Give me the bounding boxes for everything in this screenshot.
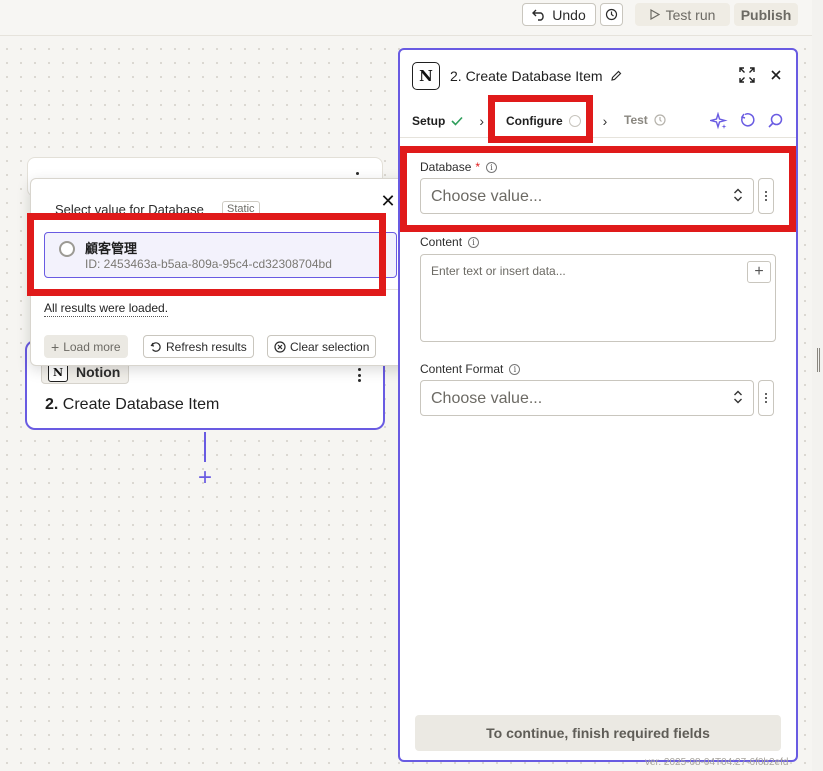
database-label: Database * i [420, 160, 498, 174]
version-text: ver. 2025-08-04T04:27-6f0b2efd [645, 757, 789, 768]
load-more-label: Load more [63, 339, 121, 354]
required-marker: * [475, 160, 481, 174]
node-title: 2. Create Database Item [45, 396, 219, 414]
content-format-label: Content Format i [420, 362, 521, 376]
database-select[interactable]: Choose value... [420, 178, 754, 214]
app-chip-label: Notion [76, 364, 121, 380]
right-edge-strip [812, 0, 823, 771]
dropdown-option[interactable]: 顧客管理 ID: 2453463a-b5aa-809a-95c4-cd32308… [44, 232, 397, 278]
clear-icon [274, 340, 286, 353]
chevron-right-icon: › [479, 113, 485, 129]
content-label: Content i [420, 235, 480, 249]
node-connector [204, 432, 206, 462]
play-icon [649, 9, 660, 20]
info-icon[interactable]: i [468, 236, 480, 248]
history-icon [605, 8, 618, 21]
static-badge: Static [222, 201, 260, 218]
insert-data-plus-icon[interactable]: + [747, 261, 771, 283]
content-format-select[interactable]: Choose value... [420, 380, 754, 416]
close-panel-icon[interactable] [771, 70, 781, 80]
database-value-dropdown: Select value for Database Static ✕ 顧客管理 … [30, 178, 410, 366]
info-icon[interactable]: i [486, 161, 498, 173]
content-format-label-text: Content Format [420, 362, 504, 376]
tab-setup-label: Setup [412, 114, 446, 128]
tab-setup[interactable]: Setup › [412, 113, 484, 129]
test-run-label: Test run [665, 6, 716, 23]
content-placeholder: Enter text or insert data... [431, 264, 566, 278]
check-icon [451, 116, 463, 126]
publish-label: Publish [740, 6, 792, 23]
panel-title[interactable]: 2. Create Database Item [450, 68, 622, 84]
action-node-menu-icon[interactable] [357, 368, 361, 382]
step-config-panel: N 2. Create Database Item Setup › Config… [398, 48, 798, 762]
expand-icon[interactable] [739, 67, 755, 83]
refresh-label: Refresh results [166, 339, 247, 354]
clear-label: Clear selection [290, 339, 370, 354]
close-icon[interactable]: ✕ [380, 192, 396, 210]
tab-configure[interactable]: Configure › [506, 113, 607, 129]
results-status: All results were loaded. [44, 301, 169, 317]
select-arrows-icon [734, 390, 742, 404]
content-format-placeholder: Choose value... [431, 390, 543, 407]
plus-icon: + [51, 338, 60, 355]
notion-logo-icon: N [412, 62, 440, 90]
divider [31, 289, 409, 290]
radio-icon[interactable] [59, 241, 75, 257]
step-tabs: Setup › Configure › Test [400, 102, 796, 138]
pending-circle-icon [568, 115, 581, 127]
add-step-icon[interactable]: + [193, 466, 217, 490]
chevron-right-icon: › [602, 113, 608, 129]
content-label-text: Content [420, 235, 463, 249]
tab-test-label: Test [624, 113, 648, 127]
undo-icon [532, 9, 545, 21]
resize-handle[interactable] [817, 348, 820, 372]
timer-icon [654, 114, 666, 126]
reset-icon[interactable] [740, 112, 756, 128]
content-format-more-options-icon[interactable] [758, 380, 774, 416]
undo-label: Undo [552, 6, 586, 23]
node-step-number: 2. [45, 396, 59, 413]
continue-button[interactable]: To continue, finish required fields [415, 715, 781, 751]
panel-header: N 2. Create Database Item [400, 50, 796, 100]
tab-configure-label: Configure [506, 114, 563, 128]
pencil-icon[interactable] [610, 70, 622, 82]
test-run-button[interactable]: Test run [635, 3, 730, 26]
ai-sparkle-icon[interactable] [710, 112, 728, 130]
publish-button[interactable]: Publish [734, 3, 798, 26]
search-icon[interactable] [768, 113, 783, 128]
content-textarea[interactable]: Enter text or insert data... + [420, 254, 776, 342]
option-id: ID: 2453463a-b5aa-809a-95c4-cd32308704bd [85, 257, 332, 271]
refresh-icon [150, 341, 161, 352]
load-more-button[interactable]: + Load more [44, 335, 128, 358]
node-step-title: Create Database Item [62, 396, 220, 413]
info-icon[interactable]: i [509, 363, 521, 375]
option-name: 顧客管理 [85, 242, 138, 257]
tab-test[interactable]: Test [624, 113, 666, 127]
clear-selection-button[interactable]: Clear selection [267, 335, 377, 358]
refresh-results-button[interactable]: Refresh results [143, 335, 254, 358]
top-toolbar: Undo Test run Publish [0, 0, 823, 36]
panel-title-text: 2. Create Database Item [450, 68, 603, 84]
database-more-options-icon[interactable] [758, 178, 774, 214]
history-button[interactable] [600, 3, 623, 26]
select-arrows-icon [734, 188, 742, 202]
undo-button[interactable]: Undo [522, 3, 596, 26]
database-placeholder: Choose value... [431, 188, 543, 205]
dropdown-title: Select value for Database [55, 202, 204, 217]
database-label-text: Database [420, 160, 472, 174]
